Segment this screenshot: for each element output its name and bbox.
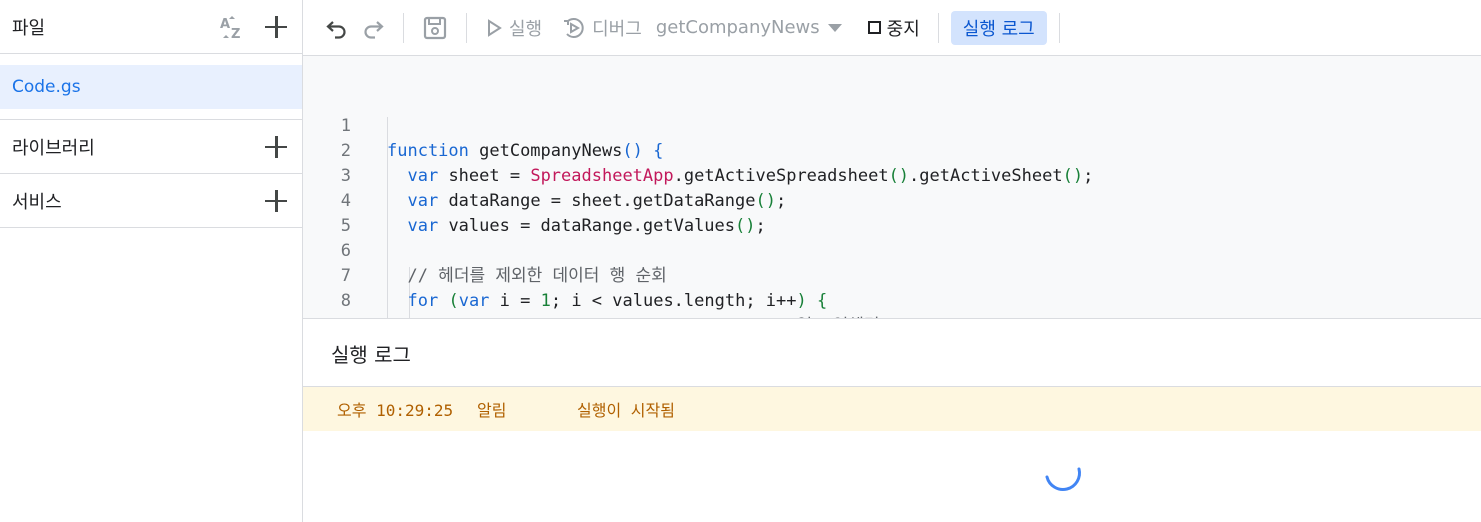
play-icon: [488, 18, 502, 37]
undo-button[interactable]: [319, 11, 355, 45]
add-service-button[interactable]: [264, 189, 288, 213]
log-entry: 오후 10:29:25 알림 실행이 시작됨: [303, 387, 1481, 431]
sidebar: 파일 A Z Code.gs 라이브러리 서비스: [0, 0, 303, 522]
code-line: 9 var website = values[i][2]; // C열: 웹사이…: [303, 289, 1481, 318]
toolbar: 실행 디버그 getCompanyNews 중지 실행 로그: [303, 0, 1481, 56]
toolbar-divider: [466, 12, 467, 43]
function-select[interactable]: getCompanyNews: [656, 17, 842, 38]
files-actions: A Z: [218, 0, 288, 53]
code-line: 1 function getCompanyNews() {: [303, 89, 1481, 161]
redo-icon: [364, 20, 384, 39]
code-line: 8 var companyName = values[i][1]; // B열:…: [303, 264, 1481, 318]
toolbar-divider: [937, 12, 939, 43]
libraries-actions: [264, 120, 288, 173]
file-name: Code.gs: [12, 77, 81, 97]
apps-script-editor: 파일 A Z Code.gs 라이브러리 서비스 실행 디버그 getCompa…: [0, 0, 1481, 522]
file-item-code-gs[interactable]: Code.gs: [0, 65, 302, 109]
code-line: 3 var dataRange = sheet.getDataRange();: [303, 139, 1481, 211]
chevron-down-icon: [827, 23, 842, 32]
toolbar-divider: [403, 12, 404, 43]
file-list: Code.gs: [0, 54, 302, 120]
stop-button[interactable]: 중지: [862, 11, 926, 45]
code-line: 7 for (var i = 1; i < values.length; i++…: [303, 239, 1481, 311]
log-level: 알림: [477, 401, 507, 420]
save-icon: [423, 16, 447, 39]
function-select-value: getCompanyNews: [655, 17, 820, 38]
services-section-header: 서비스: [0, 174, 302, 228]
execution-log-panel: 실행 로그 오후 10:29:25 알림 실행이 시작됨: [303, 318, 1481, 522]
svg-text:Z: Z: [231, 27, 240, 41]
log-time: 오후 10:29:25: [337, 401, 454, 420]
log-panel-title: 실행 로그: [331, 343, 411, 367]
execution-log-button[interactable]: 실행 로그: [950, 10, 1047, 45]
toolbar-divider: [1058, 12, 1060, 43]
add-library-button[interactable]: [264, 135, 288, 159]
libraries-title: 라이브러리: [12, 137, 95, 159]
run-button[interactable]: 실행: [479, 11, 548, 45]
add-file-button[interactable]: [264, 15, 288, 39]
execution-log-label: 실행 로그: [962, 18, 1035, 40]
code-line: 5: [303, 189, 1481, 236]
stop-label: 중지: [886, 18, 920, 40]
stop-icon: [867, 21, 881, 34]
debug-icon: [564, 17, 584, 38]
files-title: 파일: [12, 17, 46, 39]
code-line: 4 var values = dataRange.getValues();: [303, 164, 1481, 236]
redo-button[interactable]: [355, 11, 391, 45]
services-title: 서비스: [12, 191, 62, 213]
debug-button[interactable]: 디버그: [556, 11, 648, 45]
services-actions: [264, 174, 288, 227]
files-section-header: 파일 A Z: [0, 0, 302, 54]
debug-label: 디버그: [592, 18, 642, 40]
libraries-section-header: 라이브러리: [0, 120, 302, 174]
code-line: 6 // 헤더를 제외한 데이터 행 순회: [303, 214, 1481, 286]
undo-icon: [326, 20, 346, 39]
code-line: 2 var sheet = SpreadsheetApp.getActiveSp…: [303, 114, 1481, 186]
save-button[interactable]: [416, 11, 454, 45]
run-label: 실행: [509, 18, 543, 40]
code-editor[interactable]: 1 function getCompanyNews() { 2 var shee…: [303, 56, 1481, 318]
loading-spinner-icon: [1045, 467, 1081, 491]
svg-text:A: A: [220, 17, 230, 32]
log-message: 실행이 시작됨: [577, 401, 675, 420]
sort-az-icon[interactable]: A Z: [218, 13, 246, 41]
